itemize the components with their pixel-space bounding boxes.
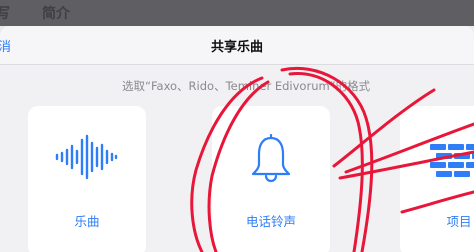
bell-icon bbox=[251, 134, 291, 183]
share-option-ringtone[interactable]: 电话铃声 bbox=[212, 106, 330, 252]
share-option-song-label: 乐曲 bbox=[74, 214, 100, 229]
background-header-text-right: 简介 bbox=[42, 6, 70, 22]
format-subtitle: 选取“Faxo、Rido、Teminer Edivorum”的格式 bbox=[122, 79, 371, 93]
share-option-song[interactable]: 乐曲 bbox=[28, 106, 146, 252]
background-app-header: 写 简介 bbox=[0, 0, 474, 26]
share-option-project[interactable]: 项目 bbox=[400, 106, 474, 252]
share-option-project-label: 项目 bbox=[446, 214, 472, 229]
project-bricks-icon bbox=[430, 144, 474, 177]
share-song-sheet: 消 共享乐曲 选取“Faxo、Rido、Teminer Edivorum”的格式 bbox=[0, 26, 474, 252]
nav-bar: 消 共享乐曲 bbox=[0, 26, 474, 65]
background-header-text-left: 写 bbox=[0, 6, 10, 22]
waveform-icon bbox=[55, 134, 118, 180]
sheet-title: 共享乐曲 bbox=[210, 40, 263, 55]
share-option-ringtone-label: 电话铃声 bbox=[245, 214, 296, 229]
